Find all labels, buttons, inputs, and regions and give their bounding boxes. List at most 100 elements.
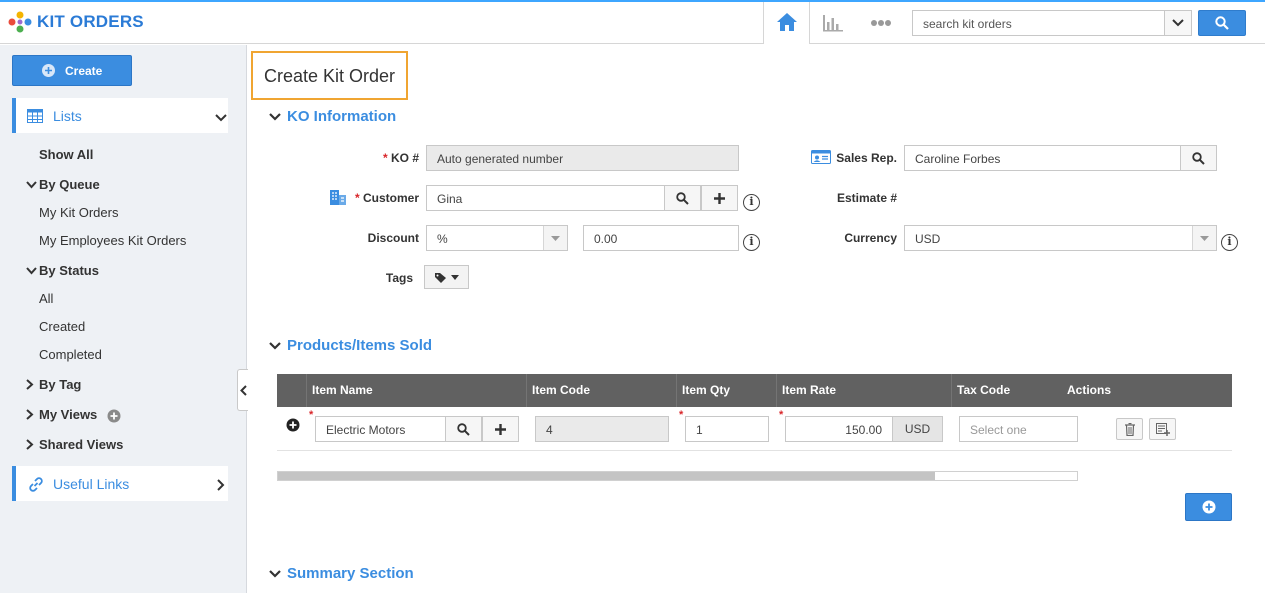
sidebar-item-by-queue[interactable]: By Queue [39,177,100,192]
tags-button[interactable] [424,265,469,289]
customer-label-text: Customer [362,191,419,205]
sidebar: Create Lists Show All By Queue My Kit Or… [0,45,247,593]
discount-value-field[interactable]: 0.00 [583,225,739,251]
discount-type-select[interactable]: % [426,225,568,251]
table-horizontal-scrollbar[interactable] [277,471,1078,481]
estimate-label: Estimate # [836,191,897,205]
column-divider [306,374,307,407]
column-header-tax-code: Tax Code [957,383,1011,397]
app-header: KIT ORDERS search kit orders [0,2,1265,44]
currency-label: Currency [844,231,897,245]
tags-label: Tags [385,271,413,285]
header-divider [809,2,810,44]
currency-select[interactable]: USD [904,225,1217,251]
add-item-row-button[interactable] [1185,493,1232,521]
chevron-down-icon[interactable] [268,569,282,579]
required-marker: * [354,191,360,205]
sidebar-item-my-employees-kit-orders[interactable]: My Employees Kit Orders [39,233,186,248]
page-title: Create Kit Order [264,66,396,86]
column-divider [526,374,527,407]
customer-search-button[interactable] [664,185,701,211]
chevron-left-icon [240,385,247,396]
customer-label: * Customer [348,191,419,205]
chevron-down-icon[interactable] [268,341,282,351]
column-header-item-rate: Item Rate [782,383,837,397]
page-title-highlight: Create Kit Order [251,51,408,100]
add-view-icon[interactable] [107,409,121,423]
sales-rep-label: Sales Rep. [836,151,897,165]
item-qty-field[interactable]: 1 [685,416,769,442]
products-items-sold-header[interactable]: Products/Items Sold [287,337,432,354]
ko-information-header[interactable]: KO Information [287,108,396,125]
plus-circle-icon [1202,500,1216,514]
search-icon [457,423,470,436]
row-details-button[interactable] [1149,418,1176,440]
app-logo-icon [8,11,32,33]
item-code-field: 4 [535,416,669,442]
chevron-right-icon [26,439,34,450]
reports-icon[interactable] [822,12,844,32]
currency-value: USD [915,232,941,246]
contact-card-icon [811,150,831,164]
sales-rep-search-button[interactable] [1180,145,1217,171]
sidebar-item-show-all[interactable]: Show All [39,147,93,162]
scrollbar-thumb[interactable] [278,472,935,480]
sidebar-item-by-tag[interactable]: By Tag [39,377,81,392]
useful-links-label: Useful Links [53,476,130,492]
home-tab[interactable] [764,2,809,44]
useful-links-panel-header[interactable]: Useful Links [12,466,228,501]
column-header-actions: Actions [1067,383,1112,397]
search-input[interactable]: search kit orders [912,10,1165,36]
sidebar-item-shared-views[interactable]: Shared Views [39,437,123,452]
plus-icon [714,193,725,204]
caret-down-icon [551,236,560,241]
lists-panel-header[interactable]: Lists [12,98,228,133]
sales-rep-field[interactable]: Caroline Forbes [904,145,1181,171]
info-icon[interactable]: i [1221,234,1238,251]
sidebar-item-completed[interactable]: Completed [39,347,102,362]
dropdown-arrow [1192,226,1216,250]
sidebar-item-created[interactable]: Created [39,319,85,334]
create-button[interactable]: Create [12,55,132,86]
search-filter-dropdown[interactable] [1164,10,1192,36]
chevron-down-icon[interactable] [268,112,282,122]
summary-section-header[interactable]: Summary Section [287,565,414,582]
add-note-icon [1156,423,1170,436]
discount-label: Discount [367,231,419,245]
main-content: Create Kit Order KO Information * KO # A… [248,45,1265,593]
table-list-icon [27,109,43,123]
chevron-right-icon [26,379,34,390]
caret-down-icon [1200,236,1209,241]
sidebar-item-all[interactable]: All [39,291,53,306]
building-icon [330,190,346,205]
more-icon[interactable] [870,19,892,27]
chevron-right-icon [217,479,225,491]
required-marker: * [309,409,314,421]
item-search-button[interactable] [445,416,482,442]
ko-number-field: Auto generated number [426,145,739,171]
item-add-button[interactable] [482,416,519,442]
lists-label: Lists [53,108,82,124]
customer-field[interactable]: Gina [426,185,665,211]
item-rate-field[interactable]: 150.00 [785,416,893,442]
item-name-field[interactable]: Electric Motors [315,416,446,442]
info-icon[interactable]: i [743,194,760,211]
required-marker: * [779,409,784,421]
column-divider [776,374,777,407]
add-row-icon[interactable] [286,418,300,432]
ko-number-label-text: KO # [390,151,419,165]
chevron-down-icon [215,114,227,122]
column-divider [951,374,952,407]
sidebar-item-my-kit-orders[interactable]: My Kit Orders [39,205,118,220]
app-title[interactable]: KIT ORDERS [37,12,144,32]
chevron-down-icon [26,267,37,275]
table-row-divider [277,450,1232,451]
info-icon[interactable]: i [743,234,760,251]
plus-circle-icon [42,64,55,77]
sidebar-item-my-views[interactable]: My Views [39,407,97,422]
delete-row-button[interactable] [1116,418,1143,440]
search-button[interactable] [1198,10,1246,36]
sidebar-item-by-status[interactable]: By Status [39,263,99,278]
tax-code-select[interactable]: Select one [959,416,1078,442]
customer-add-button[interactable] [701,185,738,211]
